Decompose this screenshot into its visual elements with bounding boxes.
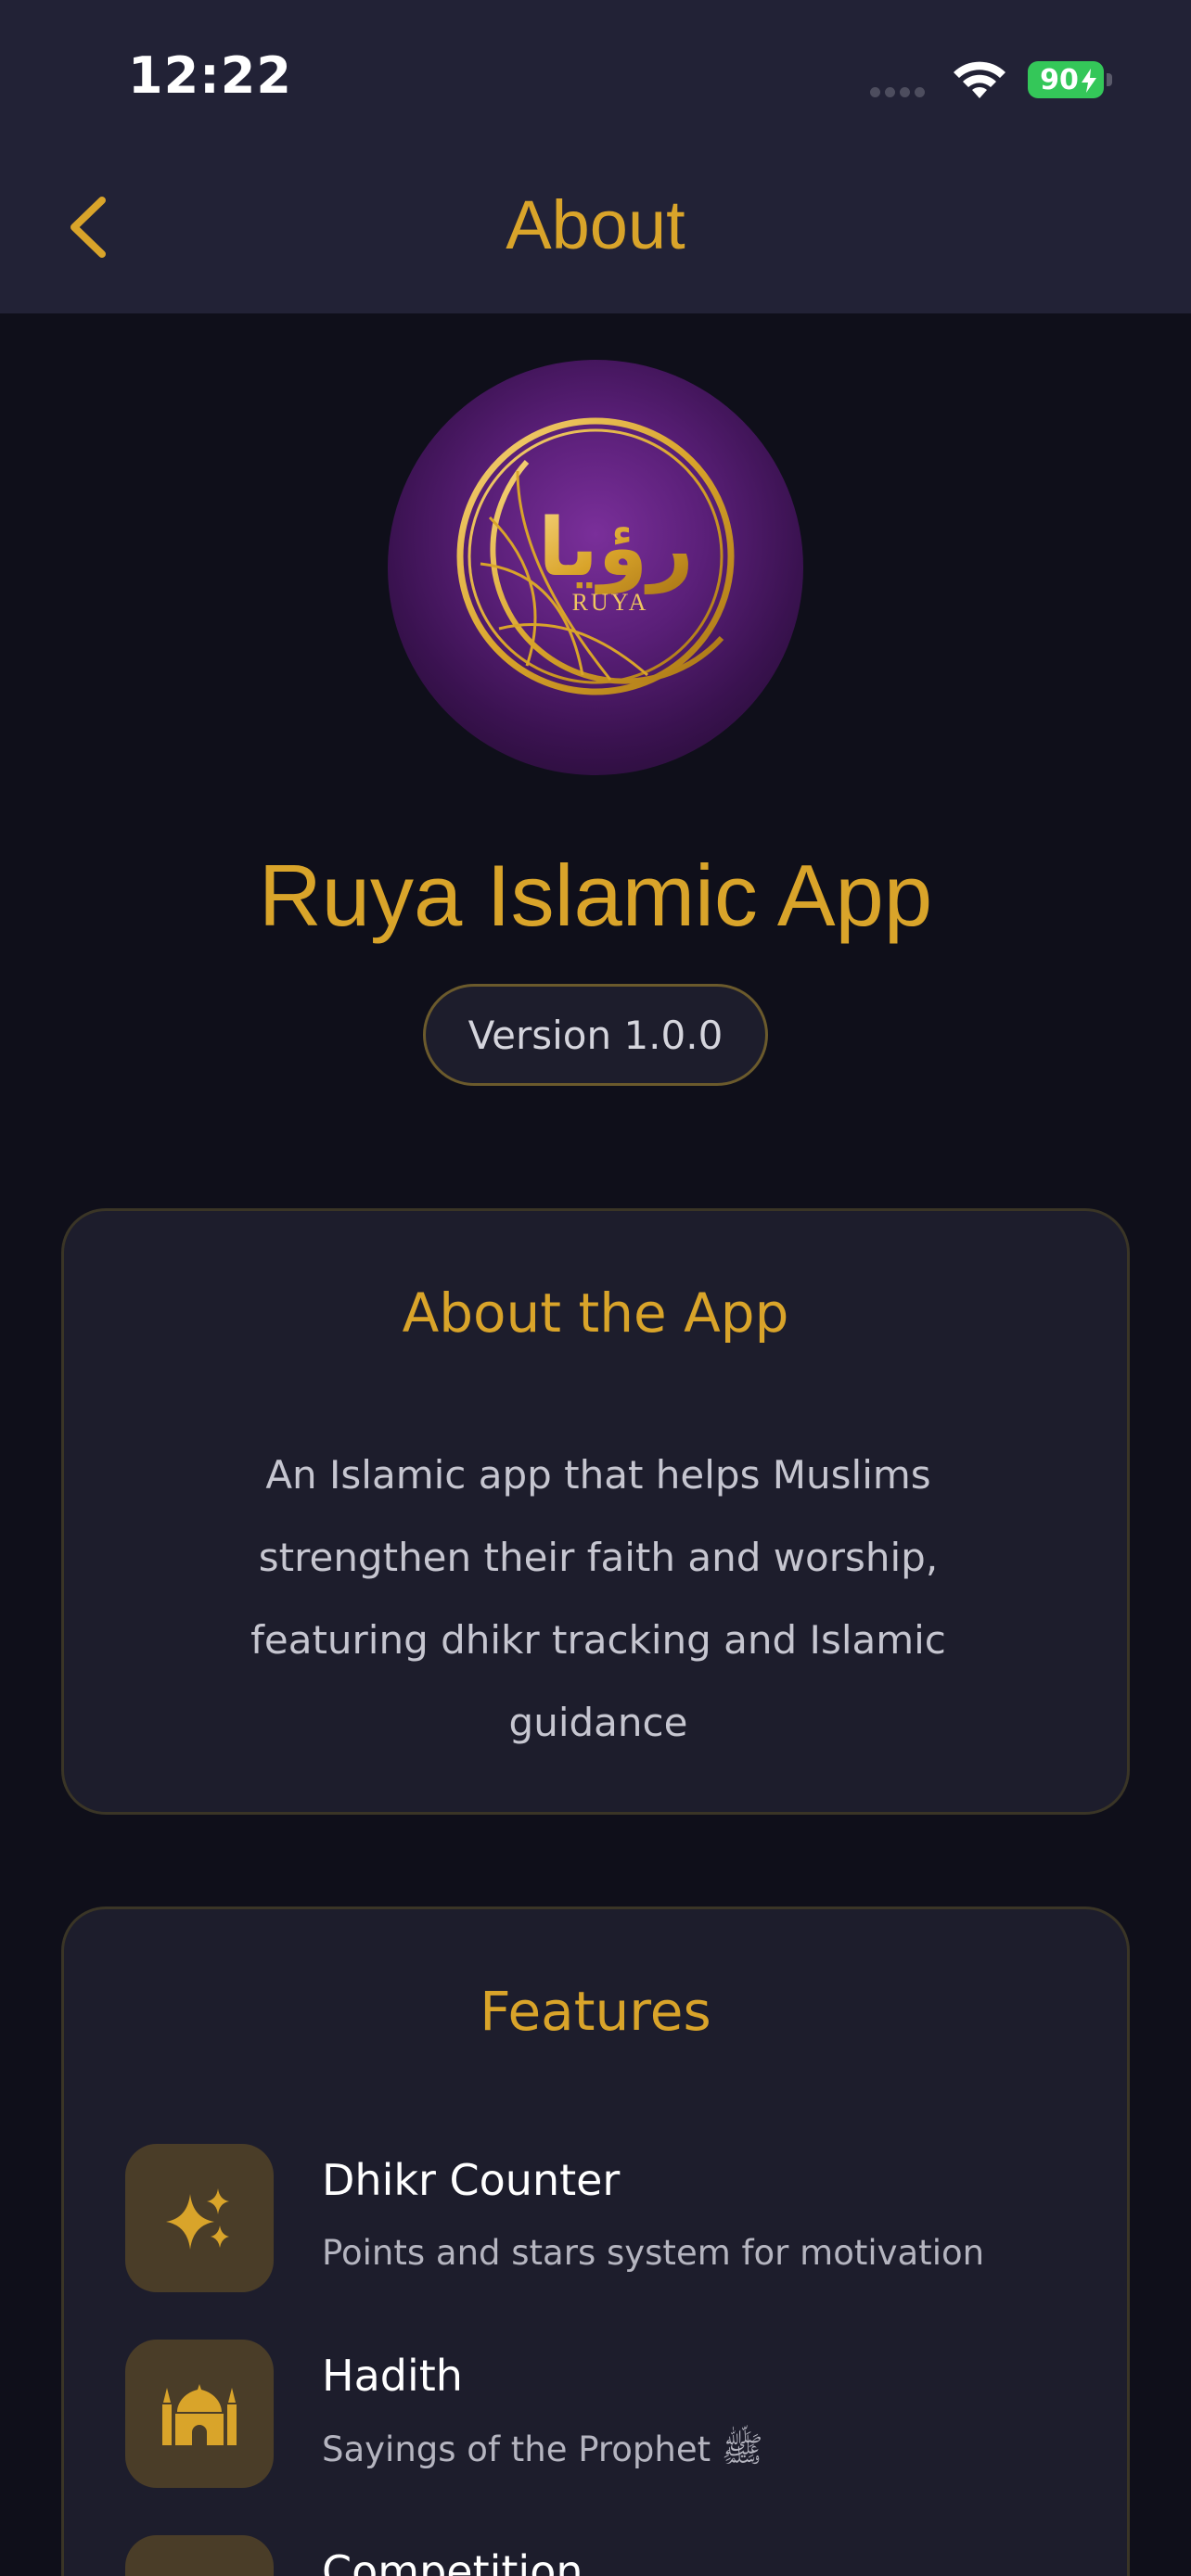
trophy-icon: [125, 2535, 274, 2576]
header: 12:22 90 About: [0, 0, 1191, 313]
logo-arabic-text: رؤيا: [538, 502, 694, 594]
about-card: About the App An Islamic app that helps …: [61, 1208, 1130, 1815]
wifi-icon: [954, 61, 1005, 98]
feature-name: Hadith: [322, 2351, 463, 2401]
features-card-title: Features: [480, 1980, 711, 2043]
app-name: Ruya Islamic App: [258, 847, 933, 944]
feature-item-competition[interactable]: Competition: [125, 2535, 1053, 2576]
version-badge: Version 1.0.0: [423, 984, 768, 1086]
mosque-icon: [125, 2340, 274, 2488]
status-time: 12:22: [128, 46, 292, 105]
app-logo: رؤيا RUYA: [388, 360, 803, 775]
logo-latin-text: RUYA: [572, 589, 649, 616]
feature-item-dhikr-counter[interactable]: Dhikr Counter Points and stars system fo…: [125, 2144, 1053, 2292]
feature-description: Points and stars system for motivation: [322, 2233, 985, 2273]
about-card-title: About the App: [402, 1282, 789, 1345]
battery-indicator: 90: [1028, 61, 1113, 98]
page-title: About: [506, 186, 685, 263]
cellular-signal-icon: [870, 85, 931, 97]
features-card: Features Dhikr Counter Points and stars …: [61, 1906, 1130, 2576]
feature-name: Competition: [322, 2546, 583, 2576]
feature-description: Sayings of the Prophet ﷺ: [322, 2429, 763, 2469]
feature-name: Dhikr Counter: [322, 2155, 621, 2205]
battery-level: 90: [1040, 63, 1079, 96]
sparkles-icon: [125, 2144, 274, 2292]
feature-item-hadith[interactable]: Hadith Sayings of the Prophet ﷺ: [125, 2340, 1053, 2488]
about-description: An Islamic app that helps Muslims streng…: [250, 1452, 946, 1745]
charging-bolt-icon: [1082, 69, 1096, 93]
